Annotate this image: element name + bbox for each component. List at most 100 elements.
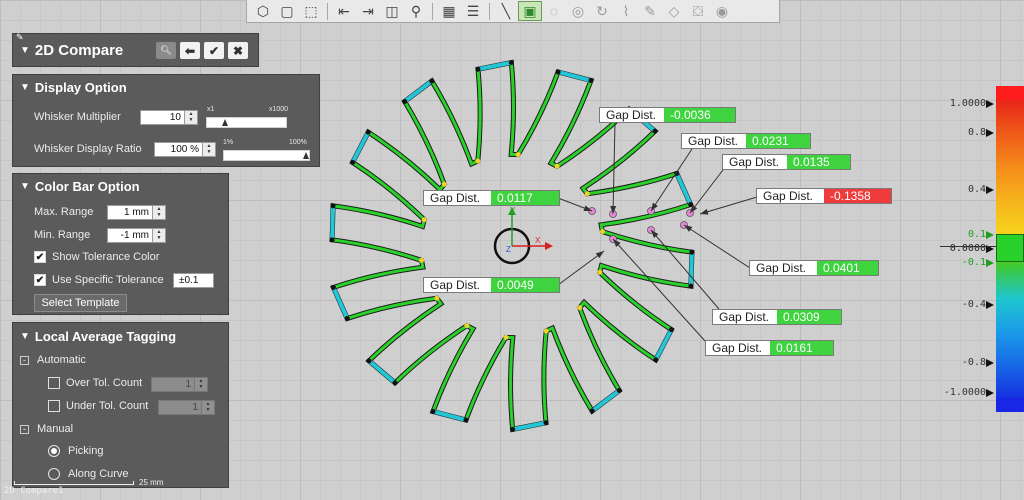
list-view-icon[interactable]: ☰ [461,1,485,21]
edge-point [330,203,336,209]
paint-icon[interactable]: ⛋ [686,1,710,21]
tick-marker-icon[interactable] [986,100,994,108]
spinner-arrows-icon[interactable]: ▲ ▼ [202,143,215,156]
over-tol-count-input[interactable]: 1 ▲ ▼ [151,377,208,392]
spinner-arrows-icon[interactable]: ▲ ▼ [152,206,165,219]
eye-icon[interactable]: ◉ [710,1,734,21]
section-title: Local Average Tagging [34,329,177,344]
tick-marker-icon[interactable] [986,359,994,367]
gap-distance-callout[interactable]: Gap Dist. 0.0231 [681,133,811,149]
min-range-input[interactable]: -1 mm ▲ ▼ [107,228,166,243]
along-curve-radio[interactable]: Along Curve [48,468,129,480]
collapse-icon[interactable]: ▼ [20,324,30,350]
slider-thumb[interactable] [303,152,309,159]
callout-value: 0.0135 [787,155,850,169]
gap-distance-callout[interactable]: Gap Dist. 0.0117 [423,190,560,206]
polygon-select-icon[interactable]: ◇ [662,1,686,21]
show-tolerance-color-checkbox[interactable]: ✔ Show Tolerance Color [34,251,159,263]
under-tol-count-checkbox[interactable]: Under Tol. Count [48,400,148,412]
gap-distance-callout[interactable]: Gap Dist. -0.1358 [756,188,892,204]
zero-line [940,246,996,247]
tick-marker-icon[interactable] [986,186,994,194]
align-right-icon[interactable]: ⇥ [356,1,380,21]
use-specific-tolerance-checkbox[interactable]: ✔ Use Specific Tolerance [34,274,164,286]
spinner-arrows-icon[interactable]: ▲ ▼ [194,378,207,391]
checkbox-icon[interactable]: ✔ [34,251,46,263]
gap-distance-callout[interactable]: Gap Dist. 0.0049 [423,277,560,293]
z-axis-label: Z [506,245,511,254]
root-point [543,328,549,334]
collapse-minus-icon[interactable]: - [20,424,29,434]
edge-point [508,60,514,66]
back-arrow-icon[interactable]: ⬅ [180,42,200,59]
select-template-button[interactable]: Select Template [34,294,127,312]
under-tol-count-input[interactable]: 1 ▲ ▼ [158,400,215,415]
spinner-arrows-icon[interactable]: ▲ ▼ [184,111,197,124]
spinner-arrows-icon[interactable]: ▲ ▼ [201,401,214,414]
radial-select-icon[interactable]: ◌ [542,1,566,21]
check-icon[interactable]: ✔ [204,42,224,59]
spinner-arrows-icon[interactable]: ▲ ▼ [152,229,165,242]
callout-value: 0.0401 [817,261,878,275]
split-view-icon[interactable]: ◫ [380,1,404,21]
whisker-slider[interactable] [206,117,287,128]
tick-marker-icon[interactable] [986,389,994,397]
checkbox-icon[interactable] [48,377,60,389]
gap-distance-callout[interactable]: Gap Dist. 0.0161 [705,340,834,356]
callout-label: Gap Dist. [600,108,664,122]
edge-point [652,128,658,134]
gap-distance-callout[interactable]: Gap Dist. 0.0401 [749,260,879,276]
radio-icon[interactable] [48,445,60,457]
manual-group[interactable]: - Manual [20,423,73,435]
pin-icon[interactable]: ✎ [16,32,24,43]
over-tol-count-checkbox[interactable]: Over Tol. Count [48,377,142,389]
align-left-icon[interactable]: ⇤ [332,1,356,21]
edge-point [510,426,516,432]
collapse-icon[interactable]: ▼ [20,174,30,200]
callout-label: Gap Dist. [723,155,787,169]
gap-distance-callout[interactable]: Gap Dist. 0.0135 [722,154,851,170]
tick-marker-icon[interactable] [986,231,994,239]
tooth-tip [331,286,350,320]
ratio-slider[interactable] [223,150,310,161]
gap-distance-callout[interactable]: Gap Dist. -0.0036 [599,107,736,123]
whisker-ratio-label: Whisker Display Ratio [34,143,142,155]
color-bar-tick-label: -0.1 [961,257,986,268]
tolerance-input[interactable]: ±0.1 [173,273,214,288]
line-tool-icon[interactable]: ╲ [494,1,518,21]
grid-layout-icon[interactable]: ▦ [437,1,461,21]
collapse-icon[interactable]: ▼ [20,75,30,101]
root-point [554,163,560,169]
circle-select-icon[interactable]: ◎ [566,1,590,21]
max-range-input[interactable]: 1 mm ▲ ▼ [107,205,166,220]
slider-thumb[interactable] [222,119,228,126]
tick-marker-icon[interactable] [986,259,994,267]
edit-select-icon[interactable]: ✎ [638,1,662,21]
person-view-icon[interactable]: ⚲ [404,1,428,21]
gap-distance-callout[interactable]: Gap Dist. 0.0309 [712,309,842,325]
box-icon[interactable]: ▢ [275,1,299,21]
color-bar-tick-label: 0.0000 [949,243,986,254]
root-point [503,334,509,340]
tick-marker-icon[interactable] [986,129,994,137]
select-box-icon[interactable]: ▣ [518,1,542,21]
lasso-icon[interactable]: ⌇ [614,1,638,21]
close-icon[interactable]: ✖ [228,42,248,59]
whisker-multiplier-input[interactable]: 10 ▲ ▼ [140,110,198,125]
whisker-ratio-input[interactable]: 100 % ▲ ▼ [154,142,216,157]
callout-value: 0.0049 [491,278,559,292]
automatic-group[interactable]: - Automatic [20,354,86,366]
collapse-minus-icon[interactable]: - [20,355,29,365]
edge-point [365,129,371,135]
checkbox-icon[interactable] [48,400,60,412]
picking-radio[interactable]: Picking [48,445,103,457]
rotate-select-icon[interactable]: ↻ [590,1,614,21]
checkbox-icon[interactable]: ✔ [34,274,46,286]
callout-label: Gap Dist. [682,134,746,148]
radio-icon[interactable] [48,468,60,480]
iso-view-icon[interactable]: ⬚ [299,1,323,21]
root-point [597,269,603,275]
search-icon[interactable]: 🔍︎ [156,42,176,59]
tick-marker-icon[interactable] [986,301,994,309]
view-cube-icon[interactable]: ⬡ [251,1,275,21]
